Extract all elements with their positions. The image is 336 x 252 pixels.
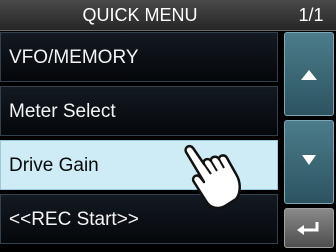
page-indicator: 1/1 — [298, 5, 324, 25]
menu-header: QUICK MENU 1/1 — [0, 0, 336, 31]
hand-pointer-icon — [184, 144, 241, 210]
menu-item-label: Drive Gain — [9, 155, 99, 176]
quick-menu-screen: QUICK MENU 1/1 VFO/MEMORY Meter Select D… — [0, 0, 336, 250]
back-button[interactable] — [284, 208, 334, 248]
menu-item-label: Meter Select — [9, 101, 116, 122]
menu-item-meter-select[interactable]: Meter Select — [0, 86, 278, 136]
return-arrow-icon — [297, 222, 319, 235]
menu-item-label: VFO/MEMORY — [9, 47, 139, 68]
triangle-down-icon — [302, 155, 316, 165]
menu-item-label: <<REC Start>> — [9, 209, 139, 230]
menu-title: QUICK MENU — [82, 5, 198, 25]
scroll-down-button[interactable] — [284, 120, 334, 204]
scroll-up-button[interactable] — [284, 32, 334, 116]
menu-item-vfo-memory[interactable]: VFO/MEMORY — [0, 32, 278, 82]
triangle-up-icon — [301, 70, 317, 80]
